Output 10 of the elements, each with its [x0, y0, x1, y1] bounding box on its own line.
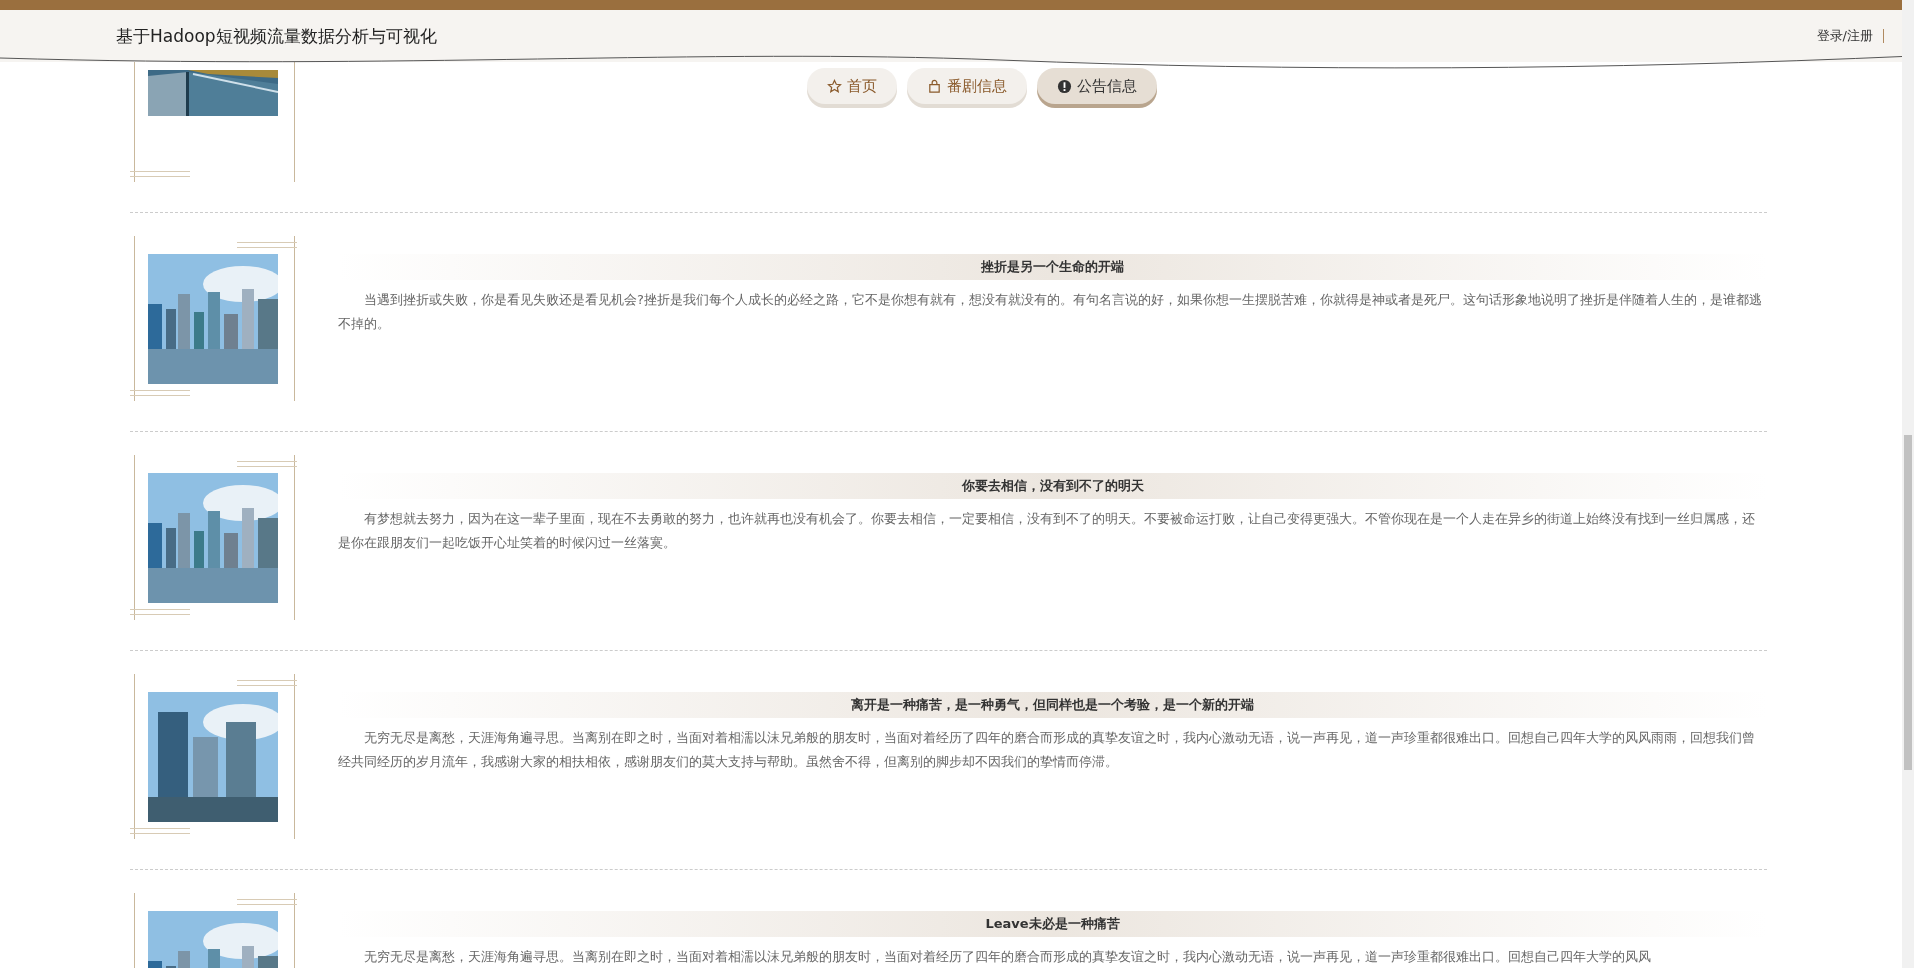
notice-body: 有梦想就去努力，因为在这一辈子里面，现在不去勇敢的努力，也许就再也没有机会了。你要去相信，一定要相信，没有到不了的明天。不要被命运打败，让自己变得更强大。不管你现在是一个人走在异乡的街道上始终没有找到一丝归属感，还是你在跟朋友们一起吃饭开心址笑着的时候闪过一丝落寞。 — [338, 510, 1756, 552]
login-link[interactable]: 登录/注册 — [1816, 27, 1873, 45]
site-title: 基于Hadoop短视频流量数据分析与可视化 — [116, 24, 437, 48]
bag-icon — [927, 78, 942, 94]
alert-icon — [1057, 78, 1072, 94]
notice-body: 无穷无尽是离愁，天涯海角遍寻思。当离别在即之时，当面对着相濡以沫兄弟般的朋友时，当面对着经历了四年的磨合而形成的真挚友谊之时，我内心激动无语，说一声再见，道一声珍重都很难出口。回想自己四年大学的风风雨雨，回想我们曾经共同经历的岁月流年，我感谢大家的相扶相依，感谢朋友们的莫大支持与帮助。虽然舍不得，但离别的脚步却不因我们的挚情而停滞。 — [338, 729, 1756, 771]
scrollbar-thumb[interactable] — [1904, 435, 1912, 770]
notice-body: 无穷无尽是离愁，天涯海角遍寻思。当离别在即之时，当面对着相濡以沫兄弟般的朋友时，当面对着经历了四年的磨合而形成的真挚友谊之时，我内心激动无语，说一声再见，道一声珍重都很难出口。回想自己四年大学的风风 — [363, 948, 1652, 966]
notice-body: 当遇到挫折或失败，你是看见失败还是看见机会?挫折是我们每个人成长的必经之路，它不是你想有就有，想没有就没有的。有句名言说的好，如果你想一生摆脱苦难，你就得是神或者是死尸。这句话形象地说明了挫折是伴随着人生的，是谁都逃不掉的。 — [338, 291, 1763, 333]
star-icon — [827, 78, 842, 94]
